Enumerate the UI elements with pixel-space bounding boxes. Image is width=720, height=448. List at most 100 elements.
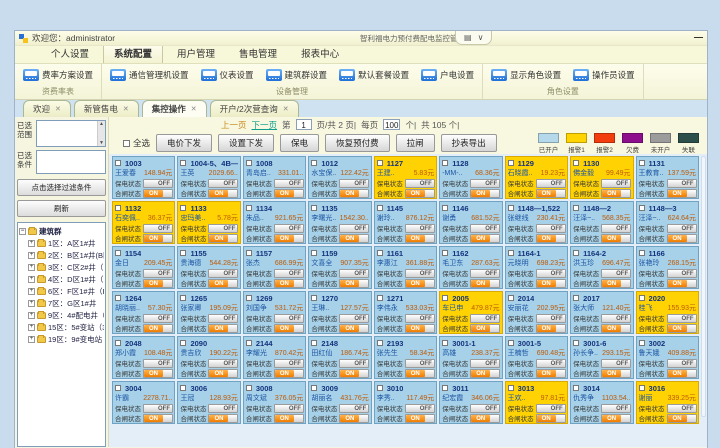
power-protect-toggle[interactable]: OFF <box>470 359 500 368</box>
power-protect-toggle[interactable]: OFF <box>470 269 500 278</box>
selected-condition-box[interactable] <box>36 150 106 174</box>
switch-state-toggle[interactable]: ON <box>470 414 500 423</box>
power-protect-toggle[interactable]: OFF <box>405 404 435 413</box>
switch-state-toggle[interactable]: ON <box>470 369 500 378</box>
ribbon-button[interactable]: 费率方案设置 <box>21 67 95 83</box>
layout-grid-icon[interactable]: ▤ <box>464 33 472 42</box>
tab-close-icon[interactable]: ✕ <box>55 105 61 113</box>
building-tree[interactable]: − 建筑群 + 1区：A区1#井 + 2区：B区1#井(B区1 <box>17 222 106 447</box>
switch-state-toggle[interactable]: ON <box>470 234 500 243</box>
meter-card[interactable]: 2017 张大师 121.40元 保电状态 OFF 合闸状态 <box>570 291 633 334</box>
user-name[interactable]: 胡晓丽.. <box>115 303 140 313</box>
meter-card[interactable]: 1155 贵海德 544.28元 保电状态 OFF 合闸状态 <box>177 246 240 289</box>
expand-icon[interactable]: + <box>28 252 35 259</box>
meter-card[interactable]: 1008 青岛启.. 331.01.. 保电状态 OFF 合 <box>243 156 306 199</box>
user-name[interactable]: 元晓明 <box>508 258 529 268</box>
meter-card[interactable]: 1148—1,522 张继线 230.41元 保电状态 OFF <box>505 201 568 244</box>
switch-state-toggle[interactable]: ON <box>208 369 238 378</box>
card-checkbox[interactable] <box>180 160 186 166</box>
user-name[interactable]: 王琳.. <box>311 303 329 313</box>
power-protect-toggle[interactable]: OFF <box>339 404 369 413</box>
user-name[interactable]: 李惠江 <box>377 258 398 268</box>
switch-state-toggle[interactable]: ON <box>208 234 238 243</box>
power-protect-toggle[interactable]: OFF <box>143 404 173 413</box>
user-name[interactable]: 王爱春 <box>115 168 136 178</box>
user-name[interactable]: 毛卫东 <box>442 258 463 268</box>
tree-node[interactable]: + 6区：F区1#井（F区 <box>19 286 104 297</box>
meter-card[interactable]: 3002 鲁天娥 409.88元 保电状态 OFF 合闸状态 <box>636 336 699 379</box>
user-name[interactable]: -MM-.. <box>442 170 462 177</box>
switch-state-toggle[interactable]: ON <box>274 279 304 288</box>
meter-card[interactable]: 1148—2 汪泽~.. 568.35元 保电状态 OFF <box>570 201 633 244</box>
switch-state-toggle[interactable]: ON <box>470 279 500 288</box>
meter-card[interactable]: 2048 郑小霞 108.48元 保电状态 OFF 合闸状态 <box>112 336 175 379</box>
expand-icon[interactable]: + <box>28 240 35 247</box>
user-name[interactable]: 许霸 <box>115 393 129 403</box>
switch-state-toggle[interactable]: ON <box>274 189 304 198</box>
switch-state-toggle[interactable]: ON <box>536 189 566 198</box>
switch-state-toggle[interactable]: ON <box>536 414 566 423</box>
switch-state-toggle[interactable]: ON <box>208 189 238 198</box>
card-checkbox[interactable] <box>508 295 514 301</box>
meter-card[interactable]: 1271 李伟永 533.03元 保电状态 OFF 合闸状态 <box>374 291 437 334</box>
power-protect-toggle[interactable]: OFF <box>470 314 500 323</box>
card-checkbox[interactable] <box>246 160 252 166</box>
power-protect-toggle[interactable]: OFF <box>274 224 304 233</box>
meter-card[interactable]: 3016 谢丽 339.25元 保电状态 OFF 合闸状态 <box>636 381 699 424</box>
toolbar-button[interactable]: 拉闸 <box>396 134 435 152</box>
switch-state-toggle[interactable]: ON <box>536 279 566 288</box>
user-name[interactable]: 周文斌 <box>246 393 267 403</box>
power-protect-toggle[interactable]: OFF <box>667 179 697 188</box>
card-checkbox[interactable] <box>573 295 579 301</box>
switch-state-toggle[interactable]: ON <box>339 234 369 243</box>
user-name[interactable]: 汪泽~.. <box>573 213 595 223</box>
card-checkbox[interactable] <box>311 160 317 166</box>
user-name[interactable]: 王欢.. <box>508 393 526 403</box>
card-checkbox[interactable] <box>573 250 579 256</box>
user-name[interactable]: 水宝保.. <box>311 168 336 178</box>
switch-state-toggle[interactable]: ON <box>601 234 631 243</box>
user-name[interactable]: 石晓霞.. <box>508 168 533 178</box>
switch-state-toggle[interactable]: ON <box>601 414 631 423</box>
user-name[interactable]: 汪泽~.. <box>639 213 661 223</box>
power-protect-toggle[interactable]: OFF <box>536 224 566 233</box>
user-name[interactable]: 青岛启.. <box>246 168 271 178</box>
menu-tab[interactable]: 用户管理 <box>167 44 225 63</box>
meter-card[interactable]: 1164-1 元晓明 698.23元 保电状态 OFF 合闸 <box>505 246 568 289</box>
meter-card[interactable]: 3013 王欢.. 97.81元 保电状态 OFF 合闸状态 <box>505 381 568 424</box>
switch-state-toggle[interactable]: ON <box>536 369 566 378</box>
minimize-button[interactable]: — <box>694 32 703 42</box>
switch-state-toggle[interactable]: ON <box>667 324 697 333</box>
user-name[interactable]: 李伟永 <box>377 303 398 313</box>
user-name[interactable]: 孙长争.. <box>573 348 598 358</box>
user-name[interactable]: 李秀.. <box>377 393 395 403</box>
card-checkbox[interactable] <box>180 205 186 211</box>
switch-state-toggle[interactable]: ON <box>667 369 697 378</box>
user-name[interactable]: 洪玉珍 <box>573 258 594 268</box>
card-checkbox[interactable] <box>377 385 383 391</box>
expand-icon[interactable]: + <box>28 300 35 307</box>
switch-state-toggle[interactable]: ON <box>143 324 173 333</box>
user-name[interactable]: 王楠哲 <box>508 348 529 358</box>
card-checkbox[interactable] <box>508 160 514 166</box>
chevron-down-icon[interactable]: ∨ <box>478 33 484 42</box>
power-protect-toggle[interactable]: OFF <box>405 359 435 368</box>
meter-card[interactable]: 1264 胡晓丽.. 57.30元 保电状态 OFF 合闸状 <box>112 291 175 334</box>
power-protect-toggle[interactable]: OFF <box>405 224 435 233</box>
meter-card[interactable]: 3004 许霸 2278.71.. 保电状态 OFF 合闸状 <box>112 381 175 424</box>
meter-card[interactable]: 1128 -MM-.. 68.36元 保电状态 OFF 合闸 <box>439 156 502 199</box>
meter-card[interactable]: 3009 胡丽名 431.76元 保电状态 OFF 合闸状态 <box>308 381 371 424</box>
user-name[interactable]: 桂飞 <box>639 303 653 313</box>
card-checkbox[interactable] <box>442 250 448 256</box>
switch-state-toggle[interactable]: ON <box>667 234 697 243</box>
tree-node[interactable]: + 4区：D区1#井（D区 <box>19 274 104 285</box>
power-protect-toggle[interactable]: OFF <box>601 314 631 323</box>
switch-state-toggle[interactable]: ON <box>339 414 369 423</box>
card-checkbox[interactable] <box>442 160 448 166</box>
card-checkbox[interactable] <box>639 205 645 211</box>
user-name[interactable]: 郑小霞 <box>115 348 136 358</box>
card-checkbox[interactable] <box>639 340 645 346</box>
meter-card[interactable]: 2020 桂飞 155.93元 保电状态 OFF 合闸状态 <box>636 291 699 334</box>
tab-close-icon[interactable]: ✕ <box>283 105 289 113</box>
meter-card[interactable]: 3010 李秀.. 117.49元 保电状态 OFF 合闸状 <box>374 381 437 424</box>
